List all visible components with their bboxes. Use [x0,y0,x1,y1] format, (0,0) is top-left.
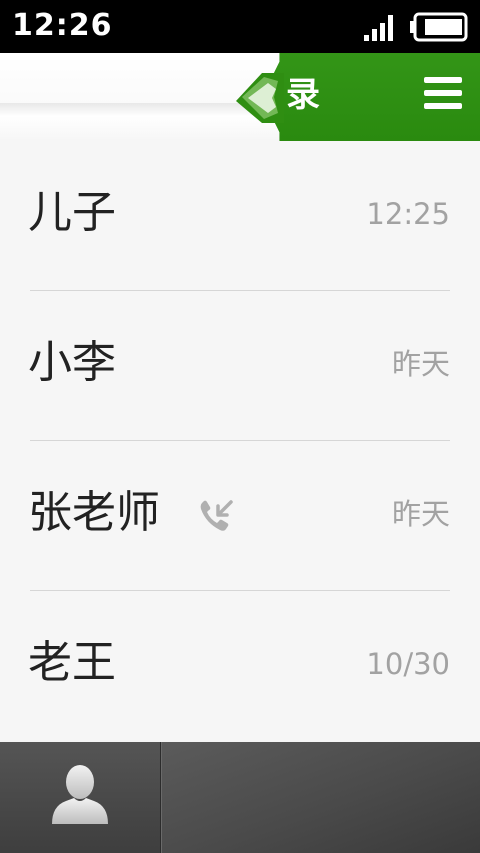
contact-name: 张老师 [28,487,160,538]
call-time: 昨天 [391,347,450,381]
menu-icon[interactable] [424,77,462,111]
battery-icon [410,12,468,42]
bottom-bar [0,742,480,853]
call-log-item[interactable]: 张老师 昨天 [0,441,480,591]
phone-screen: 12:26 录 儿子 12:25 小李 昨天 张老师 昨天 老王 10/30 [0,0,480,853]
page-fold-icon [236,73,284,123]
status-bar: 12:26 [0,0,480,53]
signal-bars-icon [364,15,393,41]
call-log-item[interactable]: 小李 昨天 [0,291,480,441]
call-time: 昨天 [391,497,450,531]
contacts-button[interactable] [0,742,161,853]
page-title: 录 [286,75,320,115]
call-time: 12:25 [366,197,450,231]
menu-icon-bar [424,90,462,96]
menu-icon-bar [424,77,462,83]
menu-icon-bar [424,103,462,109]
call-log-item[interactable]: 老王 10/30 [0,591,480,741]
header: 录 [0,53,480,141]
call-log-item[interactable]: 儿子 12:25 [0,141,480,291]
call-time: 10/30 [366,647,450,681]
contact-name: 老王 [28,637,116,688]
incoming-call-icon [200,500,233,531]
status-time: 12:26 [12,8,113,43]
person-silhouette-icon [52,765,108,824]
contact-name: 儿子 [28,187,116,238]
bottom-bar-panel [161,742,480,853]
call-log-list: 儿子 12:25 小李 昨天 张老师 昨天 老王 10/30 [0,141,480,741]
contact-name: 小李 [28,337,116,388]
